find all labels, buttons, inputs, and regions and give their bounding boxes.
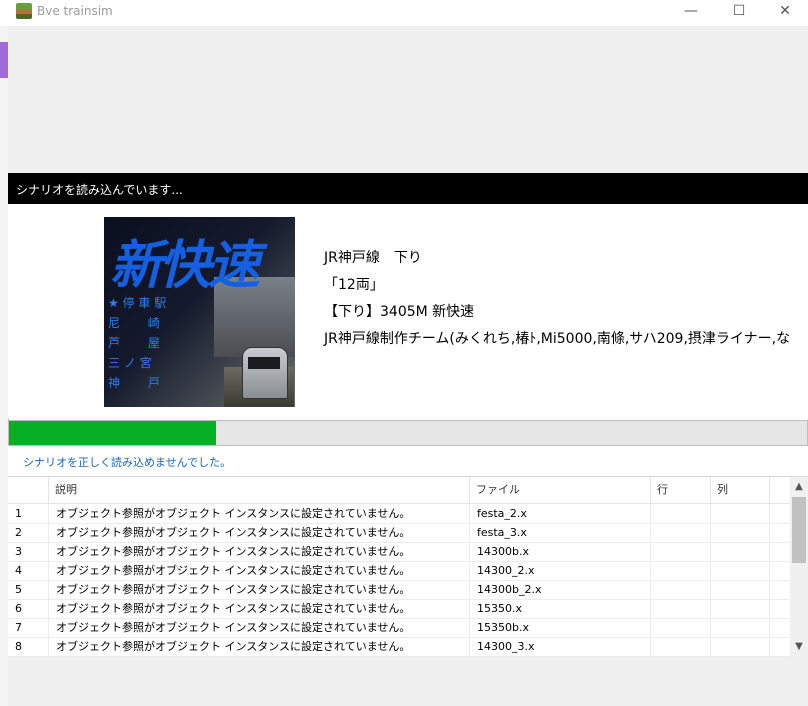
row-column xyxy=(711,561,770,580)
row-column xyxy=(711,599,770,618)
row-description: オブジェクト参照がオブジェクト インスタンスに設定されていません。 xyxy=(49,637,470,656)
route-name: JR神戸線 下り xyxy=(324,250,422,266)
row-file: festa_3.x xyxy=(470,523,651,542)
row-column xyxy=(711,504,770,523)
error-message: シナリオを正しく読み込めませんでした。 xyxy=(23,456,232,469)
scrollbar-thumb[interactable] xyxy=(792,497,806,563)
table-row[interactable]: 4 オブジェクト参照がオブジェクト インスタンスに設定されていません。 14300_… xyxy=(8,561,790,581)
car-count: 「12両」 xyxy=(324,277,384,293)
row-description: オブジェクト参照がオブジェクト インスタンスに設定されていません。 xyxy=(49,504,470,523)
table-row[interactable]: 6 オブジェクト参照がオブジェクト インスタンスに設定されていません。 15350.… xyxy=(8,599,790,619)
row-column xyxy=(711,580,770,599)
train-name: 【下り】3405M 新快速 xyxy=(324,304,475,320)
bottom-area xyxy=(8,657,808,706)
row-description: オブジェクト参照がオブジェクト インスタンスに設定されていません。 xyxy=(49,542,470,561)
top-empty-area xyxy=(8,26,808,173)
table-row[interactable]: 3 オブジェクト参照がオブジェクト インスタンスに設定されていません。 14300b… xyxy=(8,542,790,562)
row-line xyxy=(651,523,711,542)
table-row[interactable]: 8 オブジェクト参照がオブジェクト インスタンスに設定されていません。 14300_… xyxy=(8,637,790,657)
column-header-line[interactable]: 行 xyxy=(651,477,711,503)
scenario-authors: JR神戸線制作チーム(みくれち,椿ﾄ,Mi5000,南條,サハ209,摂津ライナ… xyxy=(324,331,791,347)
row-description: オブジェクト参照がオブジェクト インスタンスに設定されていません。 xyxy=(49,561,470,580)
row-description: オブジェクト参照がオブジェクト インスタンスに設定されていません。 xyxy=(49,523,470,542)
table-row[interactable]: 5 オブジェクト参照がオブジェクト インスタンスに設定されていません。 14300b… xyxy=(8,580,790,600)
row-column xyxy=(711,523,770,542)
loading-progress-bar xyxy=(8,420,808,446)
column-header-file[interactable]: ファイル xyxy=(470,477,651,503)
error-table: 説明 ファイル 行 列 1 オブジェクト参照がオブジェクト インスタンスに設定され… xyxy=(8,476,808,658)
column-header-column[interactable]: 列 xyxy=(711,477,770,503)
table-row[interactable]: 1 オブジェクト参照がオブジェクト インスタンスに設定されていません。 festa_… xyxy=(8,504,790,524)
thumbnail-stations: ★ 停 車 駅 尼 崎 芦 屋 三 ノ 宮 神 戸 xyxy=(108,296,167,390)
table-header: 説明 ファイル 行 列 xyxy=(8,477,790,504)
row-file: 15350b.x xyxy=(470,618,651,637)
row-number: 1 xyxy=(8,504,49,523)
row-number: 3 xyxy=(8,542,49,561)
loading-header-text: シナリオを読み込んでいます... xyxy=(16,183,183,197)
train-image xyxy=(242,347,288,399)
row-column xyxy=(711,618,770,637)
scenario-thumbnail: 新快速 ★ 停 車 駅 尼 崎 芦 屋 三 ノ 宮 神 戸 xyxy=(104,217,295,407)
row-column xyxy=(711,542,770,561)
close-button[interactable]: ✕ xyxy=(762,0,808,24)
table-scrollbar[interactable]: ▲ ▼ xyxy=(790,477,808,657)
loading-header: シナリオを読み込んでいます... xyxy=(8,173,808,204)
row-line xyxy=(651,637,711,656)
title-bar: Bve trainsim — ☐ ✕ xyxy=(0,0,808,24)
row-file: 14300_2.x xyxy=(470,561,651,580)
row-file: 15350.x xyxy=(470,599,651,618)
row-file: festa_2.x xyxy=(470,504,651,523)
row-description: オブジェクト参照がオブジェクト インスタンスに設定されていません。 xyxy=(49,599,470,618)
row-description: オブジェクト参照がオブジェクト インスタンスに設定されていません。 xyxy=(49,580,470,599)
row-line xyxy=(651,542,711,561)
background-window-accent xyxy=(0,42,8,78)
row-number: 7 xyxy=(8,618,49,637)
row-line xyxy=(651,580,711,599)
row-file: 14300b_2.x xyxy=(470,580,651,599)
row-number: 5 xyxy=(8,580,49,599)
window-title: Bve trainsim xyxy=(37,4,113,18)
minimize-button[interactable]: — xyxy=(668,0,714,24)
row-number: 4 xyxy=(8,561,49,580)
table-row[interactable]: 7 オブジェクト参照がオブジェクト インスタンスに設定されていません。 15350b… xyxy=(8,618,790,638)
row-number: 2 xyxy=(8,523,49,542)
thumbnail-title: 新快速 xyxy=(110,236,260,296)
table-row[interactable]: 2 オブジェクト参照がオブジェクト インスタンスに設定されていません。 festa_… xyxy=(8,523,790,543)
scroll-up-icon[interactable]: ▲ xyxy=(790,479,808,495)
app-icon xyxy=(16,3,32,19)
row-number: 8 xyxy=(8,637,49,656)
row-number: 6 xyxy=(8,599,49,618)
scenario-info-panel: 新快速 ★ 停 車 駅 尼 崎 芦 屋 三 ノ 宮 神 戸 JR神戸線 下り 「… xyxy=(8,204,808,418)
row-column xyxy=(711,637,770,656)
row-description: オブジェクト参照がオブジェクト インスタンスに設定されていません。 xyxy=(49,618,470,637)
row-line xyxy=(651,504,711,523)
progress-fill xyxy=(9,421,217,445)
row-line xyxy=(651,618,711,637)
row-line xyxy=(651,561,711,580)
row-line xyxy=(651,599,711,618)
row-file: 14300_3.x xyxy=(470,637,651,656)
column-header-number[interactable] xyxy=(8,477,49,503)
scroll-down-icon[interactable]: ▼ xyxy=(790,639,808,655)
maximize-button[interactable]: ☐ xyxy=(716,0,762,24)
column-header-description[interactable]: 説明 xyxy=(49,477,470,503)
row-file: 14300b.x xyxy=(470,542,651,561)
